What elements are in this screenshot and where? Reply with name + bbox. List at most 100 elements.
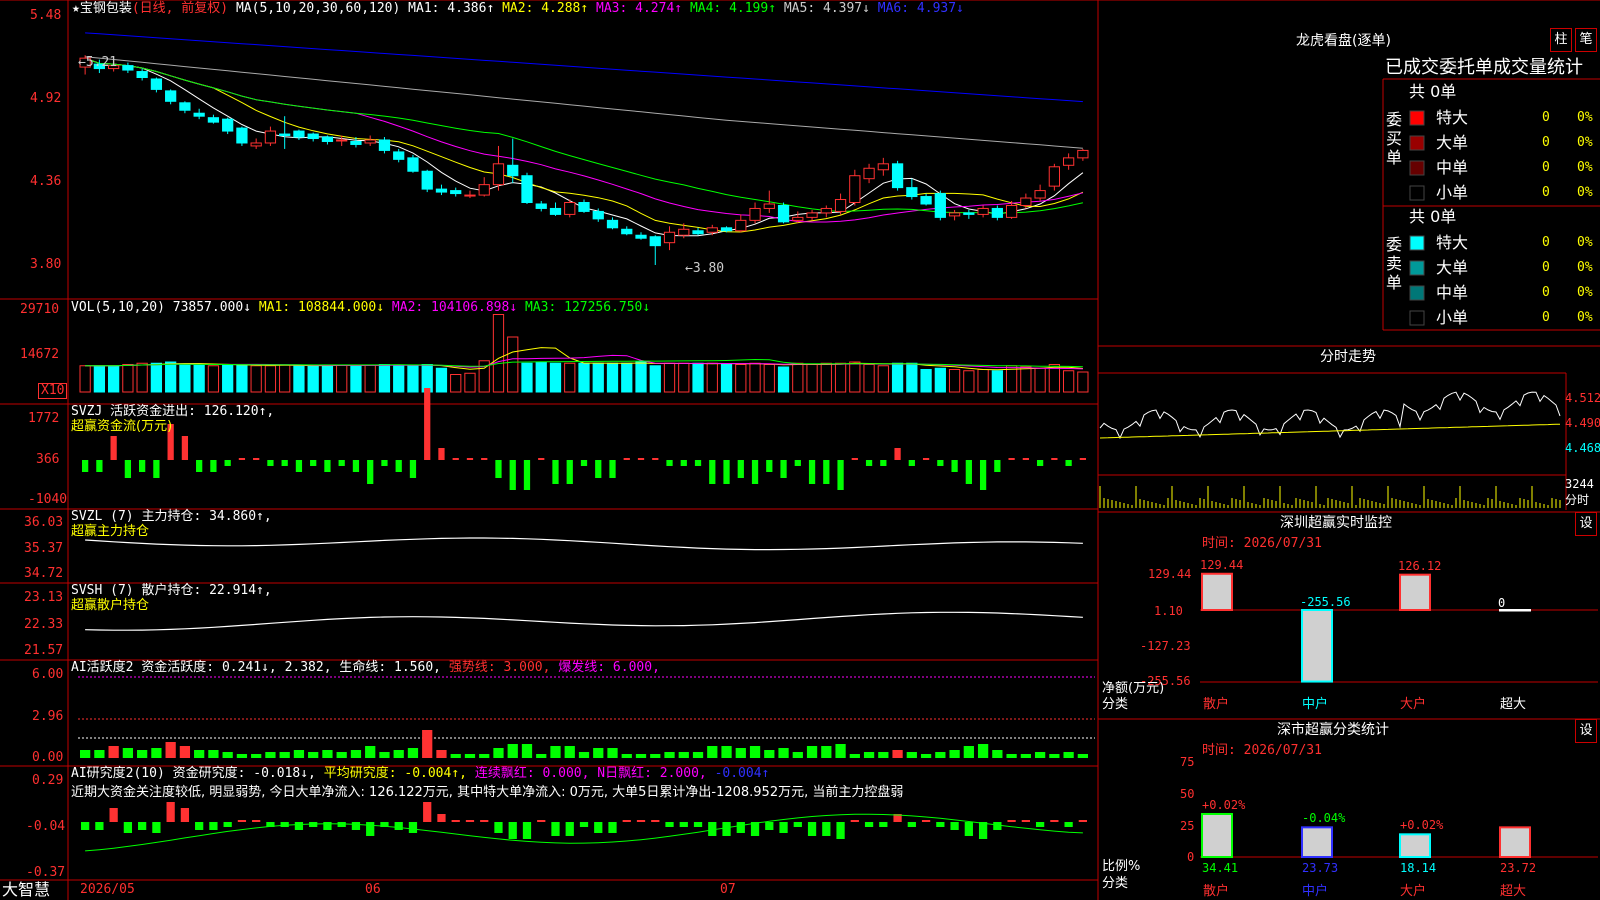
- vol-tick: 29710: [20, 302, 60, 317]
- class-settings-button[interactable]: 设: [1575, 719, 1597, 743]
- kline-mode: (日线, 前复权): [131, 1, 229, 16]
- candle: [606, 219, 619, 229]
- ai2-red1: 连续飘红: 0.000,: [474, 766, 590, 781]
- stock-name[interactable]: ★宝钢包装: [72, 1, 132, 16]
- volume-bar: [93, 365, 106, 393]
- research-bar: [679, 822, 688, 827]
- volume-bar: [792, 362, 804, 393]
- fundflow-bar: [409, 460, 417, 478]
- candle: [222, 118, 234, 132]
- activity-bar: [963, 746, 974, 758]
- research-bar: [366, 822, 375, 836]
- order-swatch: [1409, 260, 1425, 276]
- research-bar: [636, 820, 646, 822]
- volume-bar: [963, 370, 975, 393]
- volume-bar: [507, 336, 519, 393]
- activity-bar: [707, 746, 718, 758]
- svzl-line: [85, 537, 1083, 551]
- fundflow-bar: [552, 460, 559, 484]
- fundflow-bar: [538, 458, 545, 460]
- class-cat: 分类: [1102, 876, 1129, 891]
- candle: [749, 207, 761, 221]
- svzl-tick: 34.72: [24, 566, 64, 581]
- activity-bar: [578, 752, 590, 758]
- volume-bar: [578, 362, 590, 393]
- activity-bar: [379, 752, 390, 758]
- activity-bar: [564, 746, 575, 758]
- activity-bar: [1077, 754, 1088, 758]
- volume-bar: [150, 362, 163, 393]
- date-tick: 06: [365, 882, 381, 897]
- volume-bar: [991, 370, 1003, 393]
- volume-bar: [165, 361, 177, 393]
- fundflow-bar: [780, 460, 787, 478]
- volume-bar: [820, 362, 832, 393]
- fundflow-bar: [452, 458, 459, 460]
- svsh-tick: 21.57: [24, 643, 64, 658]
- column-view-button[interactable]: 柱: [1550, 28, 1572, 52]
- svzl-title: 超赢主力持仓: [71, 524, 150, 539]
- volume-bar: [1062, 370, 1075, 393]
- ma-label: MA(5,10,20,30,60,120): [235, 1, 401, 16]
- candle: [1077, 149, 1089, 159]
- vol-ma1: MA1: 108844.000↓: [258, 300, 385, 315]
- candle: [920, 196, 932, 205]
- research-bar: [394, 822, 403, 830]
- volume-bar: [179, 364, 191, 393]
- activity-bar: [678, 752, 689, 758]
- fundflow-bar: [139, 460, 146, 472]
- research-bar: [722, 822, 731, 836]
- research-bar: [351, 822, 361, 830]
- volume-bar: [621, 362, 633, 393]
- activity-bar: [892, 750, 903, 758]
- stroke-view-button[interactable]: 笔: [1575, 28, 1597, 52]
- ai1-life: 生命线: 1.560,: [339, 660, 441, 675]
- fundflow-bar: [238, 458, 246, 460]
- class-change-label: +0.02%: [1400, 818, 1444, 833]
- research-bar: [565, 822, 574, 836]
- order-swatch: [1409, 110, 1425, 126]
- class-bar: [1399, 833, 1431, 859]
- candle: [393, 151, 405, 160]
- fundflow-bar: [367, 460, 374, 484]
- activity-bar: [1063, 752, 1074, 758]
- fundflow-bar: [737, 460, 744, 478]
- candle: [564, 202, 576, 215]
- fundflow-bar: [1065, 460, 1072, 466]
- research-bar: [237, 820, 247, 822]
- activity-bar: [80, 750, 91, 758]
- volume-bar: [891, 362, 904, 393]
- research-bar: [109, 808, 118, 822]
- class-cat-label: 中户: [1302, 884, 1329, 899]
- candle: [692, 230, 704, 235]
- activity-bar: [806, 746, 818, 758]
- volume-bar: [920, 369, 932, 393]
- candle: [364, 139, 376, 144]
- price-tick: 3.80: [30, 257, 62, 272]
- candle: [806, 212, 818, 218]
- sell-row-value: 0: [1542, 260, 1550, 275]
- buy-side-label: 委买单: [1386, 110, 1403, 167]
- class-cat-label: 散户: [1203, 884, 1230, 899]
- activity-bar: [521, 744, 533, 758]
- order-swatch: [1409, 285, 1425, 301]
- activity-bar: [536, 754, 547, 758]
- fundflow-bar: [894, 448, 901, 460]
- research-bar: [166, 802, 175, 822]
- sell-row-name: 中单: [1436, 283, 1469, 302]
- research-bar: [622, 820, 631, 822]
- volume-bar: [307, 365, 319, 393]
- research-bar: [81, 822, 90, 830]
- candle: [592, 210, 604, 220]
- research-bar: [993, 822, 1002, 830]
- monitor-tick: -127.23: [1140, 639, 1191, 653]
- volume-bar: [535, 362, 547, 393]
- monitor-settings-button[interactable]: 设: [1575, 512, 1597, 536]
- activity-bar: [165, 742, 176, 758]
- activity-bar: [450, 754, 461, 758]
- candle: [150, 78, 163, 90]
- research-bar: [978, 822, 988, 839]
- class-tick: 75: [1180, 755, 1195, 769]
- activity-bar: [977, 744, 989, 758]
- candle: [963, 212, 975, 215]
